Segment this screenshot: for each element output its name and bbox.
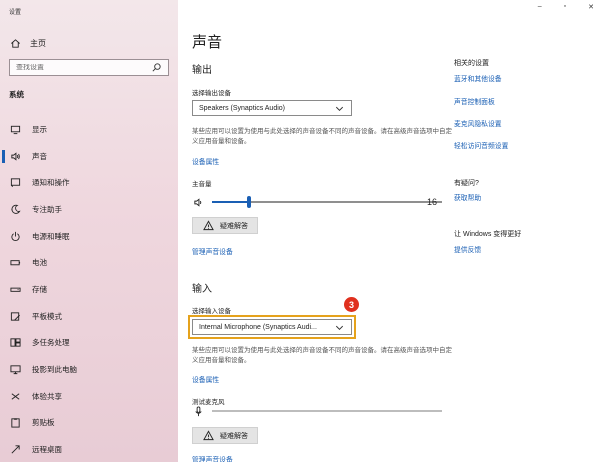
microphone-icon: [192, 405, 204, 417]
sidebar-item-storage[interactable]: 存储: [0, 276, 178, 303]
sidebar-item-label: 投影到此电脑: [32, 365, 77, 375]
sidebar-item-label: 剪贴板: [32, 418, 55, 428]
button-label: 疑难解答: [220, 432, 248, 440]
sidebar-item-label: 专注助手: [32, 204, 62, 214]
chevron-down-icon: [333, 102, 345, 114]
sidebar-item-label: 多任务处理: [32, 338, 70, 348]
warning-icon: [202, 220, 214, 232]
sidebar-item-multitasking[interactable]: 多任务处理: [0, 330, 178, 357]
sidebar: 设置 主页 系统 显示 声音 通知和操作 专注助手: [0, 0, 178, 462]
sidebar-item-shared-experiences[interactable]: 体验共享: [0, 383, 178, 410]
chevron-down-icon: [333, 321, 345, 333]
sidebar-item-notifications[interactable]: 通知和操作: [0, 169, 178, 196]
main-content: – ▫ ✕ 声音 输出 选择输出设备 Speakers (Synaptics A…: [178, 0, 600, 462]
sidebar-item-label: 电池: [32, 258, 47, 268]
nav-list: 显示 声音 通知和操作 专注助手 电源和睡眠 电池 存储 平板模式 多任务处理 …: [0, 116, 178, 462]
input-device-dropdown[interactable]: Internal Microphone (Synaptics Audi...: [188, 315, 356, 339]
output-manage-devices-link[interactable]: 管理声音设备: [192, 246, 233, 256]
monitor-icon: [9, 123, 21, 135]
related-link-ease-of-access-audio[interactable]: 轻松访问音频设置: [454, 140, 508, 150]
page-title: 声音: [192, 34, 223, 51]
output-device-label: 选择输出设备: [192, 90, 231, 97]
master-volume-slider[interactable]: [212, 196, 442, 208]
sidebar-item-label: 通知和操作: [32, 178, 70, 188]
output-troubleshoot-button[interactable]: 疑难解答: [192, 217, 258, 234]
related-settings-heading: 相关的设置: [454, 60, 489, 67]
input-device-properties-link[interactable]: 设备属性: [192, 374, 219, 384]
input-manage-devices-link[interactable]: 管理声音设备: [192, 454, 233, 462]
speaker-icon: [9, 150, 21, 162]
sidebar-item-power-sleep[interactable]: 电源和睡眠: [0, 223, 178, 250]
storage-icon: [9, 283, 21, 295]
remote-icon: [9, 444, 21, 456]
output-heading: 输出: [192, 65, 212, 76]
sidebar-item-home[interactable]: 主页: [9, 37, 46, 49]
maximize-button[interactable]: ▫: [564, 3, 566, 11]
notification-icon: [9, 177, 21, 189]
sidebar-item-focus-assist[interactable]: 专注助手: [0, 196, 178, 223]
window-title: 设置: [9, 10, 22, 16]
related-link-sound-control-panel[interactable]: 声音控制面板: [454, 96, 495, 106]
moon-icon: [9, 203, 21, 215]
section-label: 系统: [9, 90, 24, 99]
speaker-icon[interactable]: [192, 196, 204, 208]
volume-row: [192, 195, 442, 209]
volume-value: 16: [427, 197, 438, 207]
sidebar-item-clipboard[interactable]: 剪贴板: [0, 410, 178, 437]
input-heading: 输入: [192, 284, 212, 295]
sidebar-item-label: 电源和睡眠: [32, 231, 70, 241]
button-label: 疑难解答: [220, 222, 248, 230]
sidebar-item-label: 主页: [30, 38, 46, 48]
sidebar-item-label: 体验共享: [32, 391, 62, 401]
input-device-label: 选择输入设备: [192, 308, 231, 315]
help-heading: 有疑问?: [454, 180, 479, 187]
dropdown-value: Speakers (Synaptics Audio): [199, 104, 285, 112]
sidebar-item-label: 显示: [32, 124, 47, 134]
sidebar-item-display[interactable]: 显示: [0, 116, 178, 143]
sidebar-item-project[interactable]: 投影到此电脑: [0, 356, 178, 383]
input-troubleshoot-button[interactable]: 疑难解答: [192, 427, 258, 444]
multitask-icon: [9, 337, 21, 349]
clipboard-icon: [9, 417, 21, 429]
battery-icon: [9, 257, 21, 269]
project-icon: [9, 364, 21, 376]
power-icon: [9, 230, 21, 242]
related-link-mic-privacy[interactable]: 麦克风隐私设置: [454, 118, 502, 128]
window-controls: – ▫ ✕: [538, 3, 594, 11]
search-box[interactable]: [9, 59, 169, 76]
give-feedback-link[interactable]: 提供反馈: [454, 244, 481, 254]
mic-level-row: [192, 405, 442, 417]
minimize-button[interactable]: –: [538, 3, 542, 11]
input-description: 某些应用可以设置为使用与此处选择的声音设备不同的声音设备。请在高级声音选项中自定…: [192, 347, 452, 364]
home-icon: [9, 37, 21, 49]
search-icon[interactable]: [150, 62, 162, 74]
dropdown-value: Internal Microphone (Synaptics Audi...: [199, 323, 317, 331]
output-device-properties-link[interactable]: 设备属性: [192, 156, 219, 166]
sidebar-item-label: 存储: [32, 284, 47, 294]
sidebar-item-label: 平板模式: [32, 311, 62, 321]
sidebar-item-label: 远程桌面: [32, 445, 62, 455]
sidebar-item-label: 声音: [32, 151, 47, 161]
volume-thumb[interactable]: [246, 196, 251, 208]
related-link-bluetooth[interactable]: 蓝牙和其他设备: [454, 73, 502, 83]
warning-icon: [202, 430, 214, 442]
step-badge: 3: [344, 297, 359, 312]
get-help-link[interactable]: 获取帮助: [454, 192, 481, 202]
sidebar-item-remote-desktop[interactable]: 远程桌面: [0, 436, 178, 462]
sidebar-item-battery[interactable]: 电池: [0, 249, 178, 276]
sidebar-item-tablet-mode[interactable]: 平板模式: [0, 303, 178, 330]
tablet-icon: [9, 310, 21, 322]
output-description: 某些应用可以设置为使用与此处选择的声音设备不同的声音设备。请在高级声音选项中自定…: [192, 128, 452, 145]
feedback-heading: 让 Windows 变得更好: [454, 231, 522, 238]
master-volume-label: 主音量: [192, 181, 212, 188]
sidebar-item-sound[interactable]: 声音: [0, 143, 178, 170]
search-input[interactable]: [16, 64, 150, 71]
mic-level-meter: [212, 410, 442, 412]
output-device-dropdown[interactable]: Speakers (Synaptics Audio): [192, 100, 352, 116]
volume-fill: [212, 201, 249, 203]
close-button[interactable]: ✕: [588, 3, 594, 11]
share-icon: [9, 390, 21, 402]
